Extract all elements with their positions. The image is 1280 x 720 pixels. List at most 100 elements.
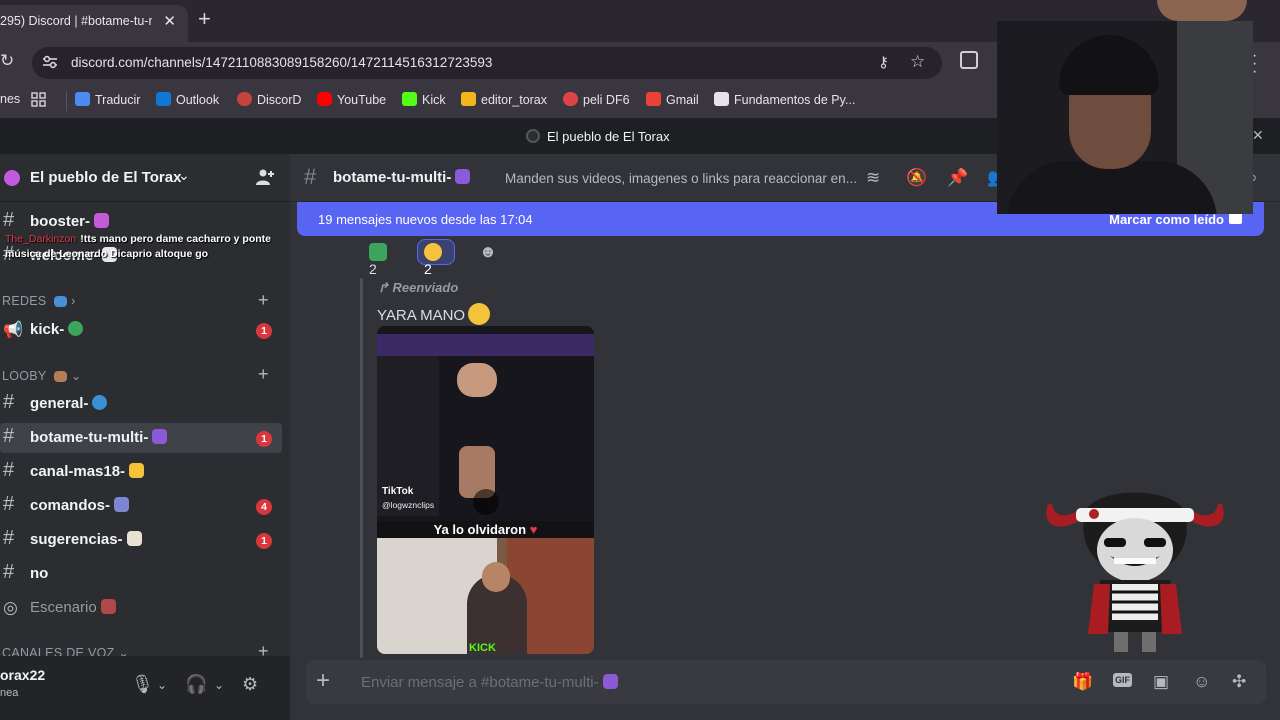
- bookmark-label: Kick: [422, 93, 446, 107]
- category-redes[interactable]: REDES › +: [2, 290, 269, 310]
- stream-chat-overlay: The_Darkinzon !tts mano pero dame cacharr…: [5, 232, 301, 262]
- bookmark-kick[interactable]: Kick: [402, 92, 446, 107]
- address-bar[interactable]: discord.com/channels/1472110883089158260…: [32, 47, 942, 79]
- gif-icon[interactable]: GIF: [1113, 673, 1132, 687]
- reaction-count: 2: [424, 261, 432, 277]
- unread-badge: 1: [256, 533, 272, 549]
- guild-header[interactable]: El pueblo de El Torax ⌄: [0, 154, 290, 202]
- message-text: YARA MANO: [377, 307, 466, 324]
- chat-username: The_Darkinzon: [5, 233, 77, 245]
- channel-title: botame-tu-multi-: [333, 169, 471, 186]
- kick-logo-text: KICK: [469, 642, 496, 654]
- emoji-icon[interactable]: ☺: [1193, 672, 1210, 692]
- text-channel-lock-icon: #: [3, 459, 15, 481]
- attach-plus-icon[interactable]: +: [316, 668, 330, 694]
- bookmark-label: editor_torax: [481, 93, 548, 107]
- audio-options-chevron-icon[interactable]: ⌄: [214, 678, 224, 692]
- channel-topic[interactable]: Manden sus videos, imagenes o links para…: [505, 171, 857, 186]
- category-looby[interactable]: LOOBY ⌄ +: [2, 364, 269, 384]
- threads-icon[interactable]: ≋: [866, 168, 880, 188]
- mark-read-icon: [1229, 213, 1242, 224]
- bookmark-apps[interactable]: nes: [0, 92, 20, 106]
- channel-canal-mas18[interactable]: # canal-mas18-: [0, 457, 282, 487]
- bookmark-star-icon[interactable]: ☆: [910, 52, 925, 72]
- thumbnail-header: [377, 334, 594, 356]
- bookmark-label: peli DF6: [583, 93, 630, 107]
- close-icon[interactable]: ✕: [1252, 127, 1264, 144]
- check-mark-emoji-icon: [369, 243, 387, 261]
- bookmark-traducir[interactable]: Traducir: [75, 92, 140, 107]
- reaction-laugh[interactable]: 2: [417, 239, 455, 277]
- mute-bell-icon[interactable]: 🔕: [906, 168, 927, 188]
- gmail-icon: [646, 92, 661, 106]
- create-channel-icon[interactable]: +: [258, 364, 269, 385]
- robot-emoji-icon: [114, 497, 130, 512]
- text-channel-icon: #: [3, 209, 15, 231]
- forwarded-label: ↱ Reenviado: [378, 280, 458, 296]
- channel-name: comandos-: [30, 497, 111, 514]
- play-icon[interactable]: [473, 489, 499, 515]
- channel-name: booster-: [30, 213, 90, 230]
- apps-grid-icon[interactable]: [31, 92, 46, 110]
- text-channel-icon: #: [304, 164, 317, 189]
- message-input[interactable]: Enviar mensaje a #botame-tu-multi-: [361, 674, 618, 691]
- video-attachment[interactable]: TikTok @logwznclips Ya lo olvidaron ♥ KI…: [377, 326, 594, 654]
- new-tab-icon[interactable]: +: [198, 8, 211, 30]
- channel-name: botame-tu-multi-: [30, 429, 149, 446]
- reaction-check[interactable]: 2: [363, 239, 399, 277]
- site-settings-icon[interactable]: [42, 55, 58, 69]
- bookmark-gmail[interactable]: Gmail: [646, 92, 699, 107]
- sticker-icon[interactable]: ▣: [1153, 672, 1169, 692]
- reaction-count: 2: [369, 261, 377, 277]
- video-caption-text: Ya lo olvidaron: [433, 522, 527, 537]
- channel-comandos[interactable]: # comandos- 4: [0, 491, 282, 521]
- house-emoji-icon: [54, 371, 68, 382]
- add-reaction-icon[interactable]: ☻: [473, 239, 499, 265]
- channel-no[interactable]: # no: [0, 559, 282, 589]
- headphones-icon[interactable]: 🎧: [185, 674, 207, 695]
- channel-botame-tu-multi[interactable]: # botame-tu-multi- 1: [0, 423, 282, 453]
- forwarded-text: Reenviado: [392, 280, 459, 295]
- chevron-down-icon: ⌄: [70, 369, 82, 383]
- window-title: El pueblo de El Torax: [547, 129, 670, 144]
- extensions-icon[interactable]: [960, 51, 978, 69]
- bookmark-peli[interactable]: peli DF6: [563, 92, 630, 107]
- text-channel-icon: #: [3, 527, 15, 549]
- bookmark-outlook[interactable]: Outlook: [156, 92, 219, 107]
- microphone-icon[interactable]: 🎙: [131, 674, 154, 695]
- guild-name: El pueblo de El Torax: [30, 169, 182, 186]
- password-key-icon[interactable]: ⚷: [878, 53, 889, 71]
- username[interactable]: orax22: [0, 667, 45, 683]
- channel-general[interactable]: # general-: [0, 389, 282, 419]
- reload-icon[interactable]: ↻: [0, 51, 14, 71]
- clipboard-emoji-icon: [126, 531, 142, 546]
- movie-icon: [563, 92, 578, 106]
- unread-badge: 4: [256, 499, 272, 515]
- channel-kick[interactable]: 📢 kick- 1: [0, 315, 282, 345]
- bookmark-fundamentos[interactable]: Fundamentos de Py...: [714, 92, 855, 107]
- mic-options-chevron-icon[interactable]: ⌄: [157, 678, 167, 692]
- folder-icon: [461, 92, 476, 106]
- bookmark-label: Traducir: [95, 93, 141, 107]
- create-channel-icon[interactable]: +: [258, 290, 269, 311]
- browser-tab-discord[interactable]: 295) Discord | #botame-tu-m ✕: [0, 5, 188, 42]
- youtube-icon: [317, 92, 332, 106]
- bookmark-youtube[interactable]: YouTube: [317, 92, 386, 107]
- channel-title-text: botame-tu-multi-: [333, 169, 452, 186]
- mark-as-read-button[interactable]: Marcar como leído: [1109, 212, 1224, 227]
- channel-escenario[interactable]: ◎ Escenario: [0, 593, 282, 623]
- close-tab-icon[interactable]: ✕: [163, 12, 176, 30]
- gift-icon[interactable]: 🎁: [1072, 672, 1093, 692]
- unread-badge: 1: [256, 431, 272, 447]
- channel-name: canal-mas18-: [30, 463, 126, 480]
- pin-icon[interactable]: 📌: [947, 168, 968, 188]
- bookmark-discord[interactable]: DiscorD: [237, 92, 301, 107]
- stage-icon: ◎: [3, 598, 18, 617]
- apps-icon[interactable]: ✣: [1232, 672, 1246, 692]
- gear-icon[interactable]: ⚙: [242, 674, 258, 695]
- invite-people-icon[interactable]: [255, 167, 275, 187]
- tiktok-watermark: TikTok: [382, 486, 414, 497]
- webcam-secondary-head: [1157, 0, 1247, 21]
- channel-sugerencias[interactable]: # sugerencias- 1: [0, 525, 282, 555]
- bookmark-editor-torax[interactable]: editor_torax: [461, 92, 547, 107]
